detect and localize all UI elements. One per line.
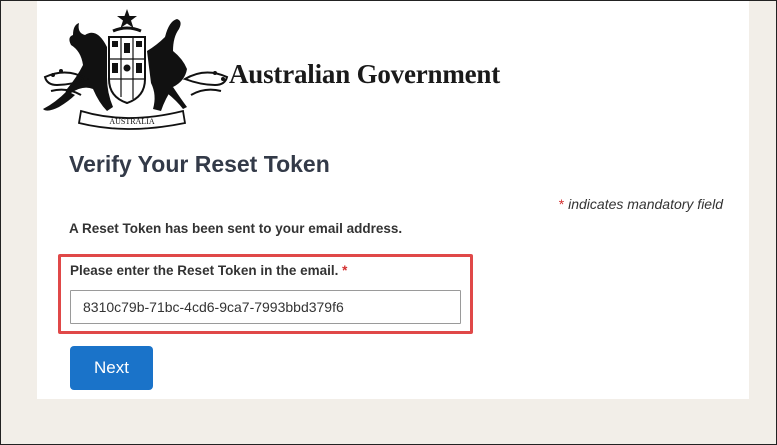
- required-asterisk: *: [342, 263, 348, 278]
- mandatory-field-note: * indicates mandatory field: [559, 196, 723, 212]
- logo-scroll-text: AUSTRALIA: [109, 117, 155, 126]
- reset-token-label-text: Please enter the Reset Token in the emai…: [70, 263, 339, 278]
- reset-token-label: Please enter the Reset Token in the emai…: [70, 263, 347, 278]
- reset-token-sent-message: A Reset Token has been sent to your emai…: [69, 221, 403, 236]
- reset-token-input[interactable]: [70, 290, 461, 324]
- government-name: Australian Government: [229, 59, 501, 89]
- next-button[interactable]: Next: [70, 346, 153, 390]
- mandatory-note-text: indicates mandatory field: [568, 196, 723, 212]
- mandatory-asterisk: *: [558, 196, 565, 212]
- browser-viewport: AUSTRALIA Australian Government Verify Y…: [0, 0, 777, 445]
- commonwealth-coat-of-arms-icon: AUSTRALIA: [43, 9, 229, 130]
- page-title: Verify Your Reset Token: [69, 151, 330, 177]
- reset-token-card: AUSTRALIA Australian Government Verify Y…: [37, 1, 749, 399]
